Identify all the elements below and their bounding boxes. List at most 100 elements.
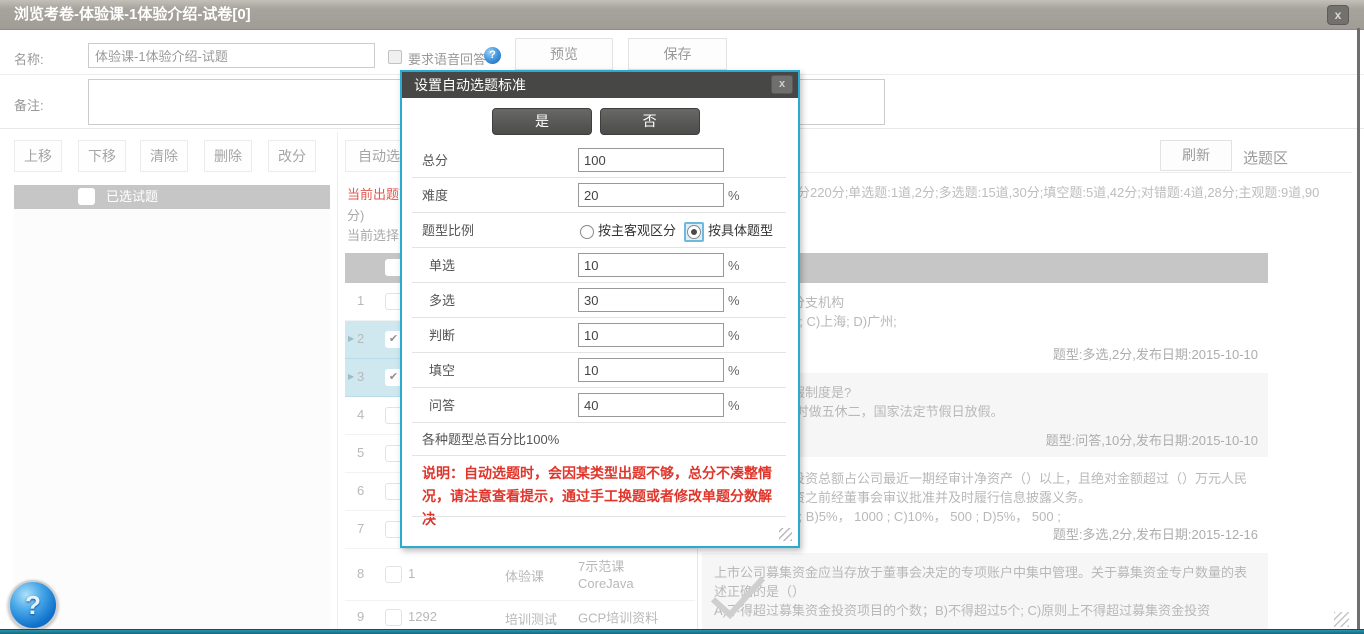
close-icon: x (1335, 8, 1342, 22)
question-meta: 题型:多选,2分,发布日期:2015-12-16 (1053, 525, 1258, 544)
refresh-button[interactable]: 刷新 (1160, 140, 1232, 171)
no-button[interactable]: 否 (600, 108, 700, 135)
row-checkbox[interactable] (385, 566, 402, 583)
dialog-title: 设置自动选题标准 (414, 77, 526, 93)
panel-resize-handle[interactable] (1334, 612, 1349, 627)
auto-select-settings-dialog: 设置自动选题标准 x 是 否 总分难度%题型比例按主客观区分按具体题型单选%多选… (400, 70, 800, 548)
percent-suffix: % (728, 248, 740, 283)
field-input[interactable] (578, 393, 724, 417)
paper-stats-text: 分220分;单选题:1道,2分;多选题:15道,30分;填空题:5道,42分;对… (797, 182, 1342, 201)
row-checkbox[interactable] (385, 609, 402, 626)
row-number: 3 (357, 369, 364, 384)
vertical-scrollbar[interactable] (1357, 28, 1360, 629)
row-id: 1 (408, 566, 415, 581)
row-number: 8 (357, 566, 364, 581)
yes-button[interactable]: 是 (492, 108, 592, 135)
percent-suffix: % (728, 353, 740, 388)
range-text-tail: 分) (347, 205, 364, 224)
row-material: 7示范课CoreJava (578, 558, 634, 592)
select-all-checkbox[interactable] (78, 188, 95, 205)
close-icon: x (779, 78, 785, 90)
window-titlebar: 浏览考卷-体验课-1体验介绍-试卷[0] (0, 0, 1364, 30)
move-down-button[interactable]: 下移 (78, 140, 126, 172)
selection-area-label: 选题区 (1243, 147, 1288, 168)
bottom-edge-bar (0, 629, 1364, 634)
browse-exam-window: 浏览考卷-体验课-1体验介绍-试卷[0] x 名称: 要求语音回答 ? 预览 保… (0, 0, 1364, 634)
field-row: 单选% (402, 248, 798, 283)
selected-questions-list (14, 209, 330, 634)
save-button[interactable]: 保存 (628, 38, 727, 70)
selected-questions-header: 已选试题 (14, 185, 330, 209)
exam-name-input[interactable] (88, 43, 375, 68)
field-input[interactable] (578, 358, 724, 382)
field-row: 多选% (402, 283, 798, 318)
question-line: A)不得超过募集资金投资项目的个数；B)不得超过5个; C)原则上不得超过募集资… (714, 601, 1256, 620)
dialog-body: 是 否 总分难度%题型比例按主客观区分按具体题型单选%多选%判断%填空%问答% … (402, 98, 798, 546)
dialog-resize-handle[interactable] (779, 528, 792, 541)
name-label: 名称: (14, 49, 44, 68)
type-ratio-row: 题型比例 按主客观区分 按具体题型 (402, 213, 798, 248)
field-row: 判断% (402, 318, 798, 353)
remark-label: 备注: (14, 95, 44, 114)
percent-suffix: % (728, 178, 740, 213)
row-number: 4 (357, 407, 364, 422)
row-expand-icon: ▶ (348, 334, 354, 343)
current-range-text: 当前出题范 (347, 184, 401, 203)
question-meta: 题型:多选,2分,发布日期:2015-10-10 (1053, 345, 1258, 364)
radio-button[interactable] (684, 222, 704, 242)
type-ratio-options: 按主客观区分 按具体题型 (580, 213, 781, 248)
field-input[interactable] (578, 183, 724, 207)
field-row: 填空% (402, 353, 798, 388)
current-selection-text: 当前选择 0 (347, 225, 401, 244)
field-input[interactable] (578, 323, 724, 347)
row-material: GCP培训资料 (578, 609, 658, 626)
warning-row: 说明：自动选题时，会因某类型出题不够，总分不凑整情况，请注意查看提示，通过手工换… (402, 456, 798, 517)
clear-button[interactable]: 清除 (140, 140, 188, 172)
help-glyph: ? (10, 582, 56, 628)
row-expand-icon: ▶ (348, 372, 354, 381)
change-score-button[interactable]: 改分 (268, 140, 316, 172)
voice-help-icon[interactable]: ? (484, 47, 501, 64)
field-label: 问答 (429, 388, 455, 423)
row-id: 1292 (408, 609, 437, 624)
question-meta: 题型:问答,10分,发布日期:2015-10-10 (1046, 431, 1258, 450)
warning-text: 说明：自动选题时，会因某类型出题不够，总分不凑整情况，请注意查看提示，通过手工换… (422, 462, 780, 531)
voice-answer-label: 要求语音回答 (408, 49, 486, 68)
field-row: 难度% (402, 178, 798, 213)
field-label: 难度 (422, 178, 448, 213)
field-input[interactable] (578, 288, 724, 312)
dialog-titlebar: 设置自动选题标准 x (402, 72, 798, 98)
voice-answer-checkbox[interactable] (388, 50, 402, 64)
dialog-close-button[interactable]: x (771, 75, 793, 94)
window-title: 浏览考卷-体验课-1体验介绍-试卷[0] (14, 0, 251, 30)
field-label: 多选 (429, 283, 455, 318)
percent-suffix: % (728, 283, 740, 318)
selected-questions-title: 已选试题 (106, 185, 158, 209)
field-row: 问答% (402, 388, 798, 423)
window-close-button[interactable]: x (1327, 5, 1349, 25)
row-course: 体验课 (505, 566, 544, 585)
question-line: 上市公司募集资金应当存放于董事会决定的专项账户中集中管理。关于募集资金专户数量的… (714, 563, 1256, 601)
row-number: 1 (357, 293, 364, 308)
help-icon[interactable]: ? (8, 580, 58, 630)
radio-button[interactable] (580, 225, 594, 239)
row-number: 9 (357, 609, 364, 624)
radio-selected-icon (687, 225, 701, 239)
field-label: 填空 (429, 353, 455, 388)
divider (337, 132, 338, 634)
dialog-button-row: 是 否 (402, 98, 798, 143)
field-input[interactable] (578, 148, 724, 172)
total-percent-row: 各种题型总百分比100% (402, 423, 798, 456)
move-up-button[interactable]: 上移 (14, 140, 62, 172)
field-row: 总分 (402, 143, 798, 178)
field-input[interactable] (578, 253, 724, 277)
radio-label: 按主客观区分 (598, 223, 676, 238)
question-item[interactable]: 上市公司募集资金应当存放于董事会决定的专项账户中集中管理。关于募集资金专户数量的… (702, 553, 1268, 634)
delete-button[interactable]: 删除 (204, 140, 252, 172)
radio-label: 按具体题型 (708, 223, 773, 238)
field-label: 题型比例 (422, 213, 474, 248)
preview-button[interactable]: 预览 (515, 38, 613, 70)
row-number: 2 (357, 331, 364, 346)
percent-suffix: % (728, 388, 740, 423)
pool-row-8[interactable]: 8 1 体验课 7示范课CoreJava (345, 549, 695, 601)
